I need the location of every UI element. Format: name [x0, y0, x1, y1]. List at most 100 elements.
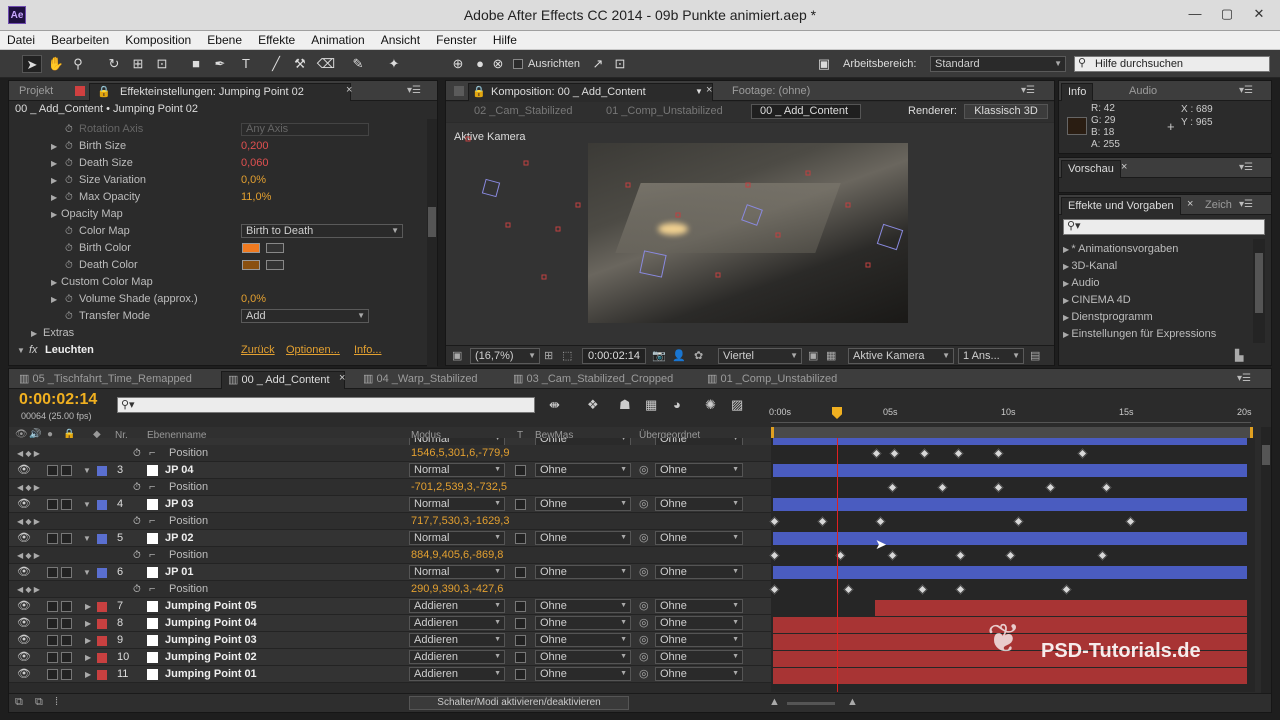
- transfer-mode-select[interactable]: Add: [241, 309, 369, 323]
- eyedropper-icon[interactable]: [266, 243, 284, 253]
- menu-ebene[interactable]: Ebene: [200, 31, 248, 47]
- eye-icon[interactable]: 👁: [17, 530, 31, 547]
- rectangle-tool-icon[interactable]: ■: [186, 55, 206, 73]
- keyframe-nav-icon[interactable]: ◀ ◆ ▶: [17, 479, 40, 496]
- scrollbar-thumb[interactable]: [1262, 445, 1270, 465]
- snap-icon[interactable]: ↗: [588, 55, 608, 73]
- stopwatch-icon[interactable]: ⏱: [65, 189, 73, 206]
- zoom-in-icon[interactable]: ▲: [847, 696, 858, 708]
- menu-ansicht[interactable]: Ansicht: [374, 31, 426, 47]
- local-axis-icon[interactable]: ⊕: [448, 55, 468, 73]
- draft-3d-icon[interactable]: ❖: [587, 397, 599, 413]
- death-size-value[interactable]: 0,060: [241, 155, 269, 172]
- keyframe[interactable]: [1045, 482, 1056, 493]
- graph-icon[interactable]: ⌐: [149, 445, 155, 462]
- keyframe[interactable]: [889, 448, 900, 459]
- workspace-select[interactable]: Standard: [930, 56, 1066, 72]
- pickwhip-icon[interactable]: ◎: [639, 632, 649, 649]
- preserve-transparency-checkbox[interactable]: [515, 635, 526, 646]
- solo-checkbox[interactable]: [47, 635, 58, 646]
- graph-icon[interactable]: ⌐: [149, 513, 155, 530]
- effects-item[interactable]: ▶ CINEMA 4D: [1063, 292, 1131, 309]
- eye-icon[interactable]: 👁: [17, 615, 31, 632]
- parent-select[interactable]: Ohne: [655, 616, 743, 630]
- keyframe[interactable]: [955, 584, 966, 595]
- eye-icon[interactable]: 👁: [17, 564, 31, 581]
- shy-icon[interactable]: ☗: [619, 397, 631, 413]
- effects-item[interactable]: ▶ 3D-Kanal: [1063, 258, 1117, 275]
- tab-timeline-comp-active[interactable]: ▥ 00 _ Add_Content: [221, 371, 345, 389]
- tab-timeline-comp[interactable]: ▥ 01 _Comp_Unstabilized: [701, 371, 851, 389]
- snap-extend-icon[interactable]: ⊡: [610, 55, 630, 73]
- close-tab-icon[interactable]: ×: [339, 372, 345, 384]
- resolution-select[interactable]: Viertel: [718, 348, 802, 364]
- lock-checkbox[interactable]: [61, 618, 72, 629]
- preserve-transparency-checkbox[interactable]: [515, 499, 526, 510]
- panel-menu-icon[interactable]: ▾☰: [1239, 162, 1253, 173]
- keyframe[interactable]: [917, 584, 928, 595]
- toggle-pixel-icon[interactable]: ▤: [1030, 349, 1040, 362]
- rotate-tool-icon[interactable]: ↻: [104, 55, 124, 73]
- effects-item[interactable]: ▶ Einstellungen für Expressions: [1063, 326, 1216, 343]
- expand-arrow-icon[interactable]: ▶: [85, 632, 91, 649]
- expand-arrow-icon[interactable]: ▶: [31, 325, 37, 342]
- tab-info[interactable]: Info: [1061, 83, 1094, 101]
- position-value[interactable]: 1546,5,301,6,-779,9: [411, 445, 509, 462]
- collapse-arrow-icon[interactable]: ▼: [83, 530, 91, 547]
- position-value[interactable]: 884,9,405,6,-869,8: [411, 547, 503, 564]
- preserve-transparency-checkbox[interactable]: [515, 567, 526, 578]
- panel-menu-icon[interactable]: ▾☰: [407, 85, 421, 96]
- breadcrumb-item[interactable]: 01 _Comp_Unstabilized: [606, 105, 723, 117]
- birth-color-swatch[interactable]: [242, 243, 260, 253]
- playhead-line[interactable]: [837, 438, 838, 692]
- trackmatte-select[interactable]: Ohne: [535, 463, 631, 477]
- comp-mini-flowchart-icon[interactable]: ⇼: [549, 397, 560, 413]
- layer-row[interactable]: 👁 ▶ 9 Jumping Point 03 Addieren Ohne ◎ O…: [9, 632, 771, 649]
- pan-behind-tool-icon[interactable]: ⊡: [152, 55, 172, 73]
- tab-composition[interactable]: 🔒 Komposition: 00 _ Add_Content ▼: [468, 83, 713, 101]
- motion-blur-icon[interactable]: ◕: [673, 397, 681, 412]
- stopwatch-icon[interactable]: ⏱: [133, 513, 141, 530]
- pen-tool-icon[interactable]: ✒: [210, 55, 230, 73]
- pickwhip-icon[interactable]: ◎: [639, 666, 649, 683]
- breadcrumb-item[interactable]: 02 _Cam_Stabilized: [474, 105, 572, 117]
- layer-row[interactable]: 👁 ▼ 5 JP 02 Normal Ohne ◎ Ohne: [9, 530, 771, 547]
- zoom-out-icon[interactable]: ▲: [769, 696, 780, 708]
- close-tab-icon[interactable]: ×: [1187, 198, 1193, 210]
- preserve-transparency-checkbox[interactable]: [515, 618, 526, 629]
- frame-blending-icon[interactable]: ▦: [645, 397, 657, 413]
- puppet-tool-icon[interactable]: ✦: [384, 55, 404, 73]
- time-ruler[interactable]: 0:00s 05s 10s 15s 20s: [769, 391, 1261, 443]
- keyframe[interactable]: [817, 516, 828, 527]
- keyframe[interactable]: [1013, 516, 1024, 527]
- position-value[interactable]: -701,2,539,3,-732,5: [411, 479, 507, 496]
- layer-name[interactable]: JP 04: [165, 462, 194, 479]
- layer-bar[interactable]: [773, 566, 1247, 579]
- pickwhip-icon[interactable]: ◎: [639, 496, 649, 513]
- mode-select[interactable]: Normal: [409, 531, 505, 545]
- layer-row[interactable]: 👁 ▼ 3 JP 04 Normal Ohne ◎ Ohne: [9, 462, 771, 479]
- tab-timeline-comp[interactable]: ▥ 03 _Cam_Stabilized_Cropped: [507, 371, 697, 389]
- preserve-transparency-checkbox[interactable]: [515, 652, 526, 663]
- position-value[interactable]: 717,7,530,3,-1629,3: [411, 513, 509, 530]
- track-area[interactable]: ➤ ❦ PSD-Tutorials.de: [769, 438, 1255, 692]
- preserve-transparency-checkbox[interactable]: [515, 533, 526, 544]
- effects-item[interactable]: ▶ Audio: [1063, 275, 1100, 292]
- tab-timeline-comp[interactable]: ▥ 04 _Warp_Stabilized: [357, 371, 505, 389]
- collapse-arrow-icon[interactable]: ▼: [83, 496, 91, 513]
- stopwatch-icon[interactable]: ⏱: [65, 240, 73, 257]
- mode-select[interactable]: Normal: [409, 463, 505, 477]
- trackmatte-select[interactable]: Ohne: [535, 497, 631, 511]
- trackmatte-select[interactable]: Ohne: [535, 633, 631, 647]
- stopwatch-icon[interactable]: ⏱: [65, 121, 73, 138]
- zoom-slider[interactable]: [787, 702, 835, 705]
- effects-search-input[interactable]: [1063, 219, 1265, 235]
- menu-effekte[interactable]: Effekte: [251, 31, 301, 47]
- parent-select[interactable]: Ohne: [655, 463, 743, 477]
- solo-checkbox[interactable]: [47, 669, 58, 680]
- hand-tool-icon[interactable]: ✋: [46, 55, 66, 73]
- solo-checkbox[interactable]: [47, 601, 58, 612]
- zoom-tool-icon[interactable]: ⚲: [68, 55, 88, 73]
- keyframe[interactable]: [1101, 482, 1112, 493]
- expand-arrow-icon[interactable]: ▶: [51, 172, 57, 189]
